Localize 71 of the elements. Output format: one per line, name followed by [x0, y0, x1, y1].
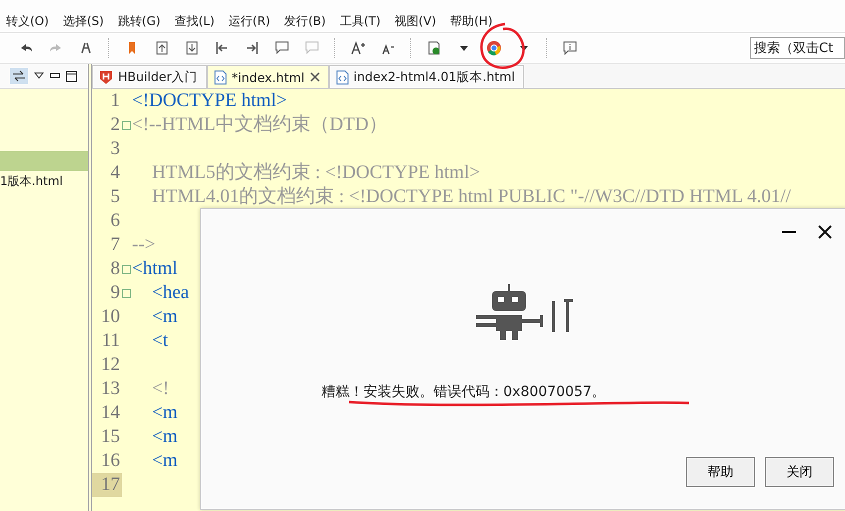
code-line: <m [151, 403, 178, 423]
code-line: HTML5的文档约束 : <!DOCTYPE html> [151, 163, 480, 183]
font-larger-icon[interactable] [351, 41, 365, 55]
view-menu-icon[interactable] [34, 72, 44, 80]
dialog-button[interactable]: 关闭 [765, 457, 834, 487]
line-number: 7 [110, 233, 121, 257]
code-line: HTML4.01的文档约束 : <!DOCTYPE html PUBLIC "-//W3C//DTD HTML 4.01// [151, 187, 791, 207]
line-number: 10 [100, 305, 121, 329]
code-line: --> [132, 235, 156, 255]
menu-item[interactable]: 选择(S) [56, 12, 112, 30]
line-number: 14 [100, 401, 121, 425]
code-line: <m [151, 307, 178, 327]
line-number: 8 [110, 257, 121, 281]
shield-icon [99, 70, 113, 84]
code-file-icon [214, 70, 227, 84]
format-icon[interactable] [79, 41, 93, 55]
fold-toggle-icon[interactable] [122, 288, 131, 298]
fold-toggle-icon[interactable] [122, 264, 131, 274]
menu-item[interactable]: 工具(T) [334, 12, 389, 30]
info-icon[interactable] [563, 41, 577, 55]
browser-icon[interactable] [486, 40, 502, 56]
menu-item[interactable]: 转义(O) [0, 12, 57, 30]
code-line: <!DOCTYPE html> [132, 91, 287, 111]
jump-end-icon[interactable] [245, 41, 259, 55]
menu-item[interactable]: 发行(B) [278, 12, 334, 30]
maximize-icon[interactable] [66, 70, 77, 82]
line-number: 17 [92, 473, 122, 497]
line-number: 15 [100, 425, 121, 449]
editor-tab[interactable]: *index.html [206, 65, 329, 88]
code-line: <m [151, 451, 178, 471]
code-line: <!--HTML中文档约束（DTD） [132, 115, 388, 135]
page-down-icon[interactable] [185, 41, 199, 55]
line-number: 9 [110, 281, 121, 305]
dialog-button[interactable]: 帮助 [686, 457, 755, 487]
line-number: 16 [100, 449, 121, 473]
error-message: 糟糕！安装失败。错误代码：0x80070057。 [321, 383, 607, 401]
menu-item[interactable]: 运行(R) [222, 12, 278, 30]
line-number: 2 [110, 113, 121, 137]
jump-start-icon[interactable] [215, 41, 229, 55]
code-line: <! [151, 379, 170, 399]
code-line: <hea [151, 283, 190, 303]
caret-icon[interactable] [519, 44, 529, 52]
caret-icon[interactable] [459, 44, 469, 52]
menu-item[interactable]: 帮助(H) [444, 12, 501, 30]
code-line: <t [151, 331, 168, 351]
code-file-icon [336, 70, 349, 84]
line-number: 12 [100, 353, 121, 377]
line-number: 5 [110, 185, 121, 209]
menu-item[interactable]: 查找(L) [168, 12, 223, 30]
page-up-icon[interactable] [155, 41, 169, 55]
line-number: 3 [110, 137, 121, 161]
close-icon[interactable] [310, 72, 320, 82]
minimize-icon[interactable] [50, 73, 60, 79]
search-field[interactable]: 搜索（双击Ct [750, 37, 845, 59]
editor-tab[interactable]: index2-html4.01版本.html [328, 65, 524, 88]
line-number: 13 [100, 377, 121, 401]
line-number: 4 [110, 161, 121, 185]
editor-tab[interactable]: HBuilder入门 [92, 65, 207, 88]
line-number: 11 [100, 329, 121, 353]
comment-icon[interactable] [275, 41, 289, 55]
code-line: <m [151, 427, 178, 447]
link-editor-icon[interactable] [10, 68, 28, 84]
file-tree-item[interactable]: 1版本.html [0, 171, 88, 191]
line-number: 1 [110, 89, 121, 113]
line-number: 6 [110, 209, 121, 233]
close-icon[interactable] [818, 225, 832, 239]
run-icon[interactable] [427, 41, 441, 55]
menu-item[interactable]: 跳转(G) [112, 12, 168, 30]
code-line: <html [132, 259, 178, 279]
fold-toggle-icon[interactable] [122, 120, 131, 130]
menu-item[interactable]: 视图(V) [388, 12, 444, 30]
